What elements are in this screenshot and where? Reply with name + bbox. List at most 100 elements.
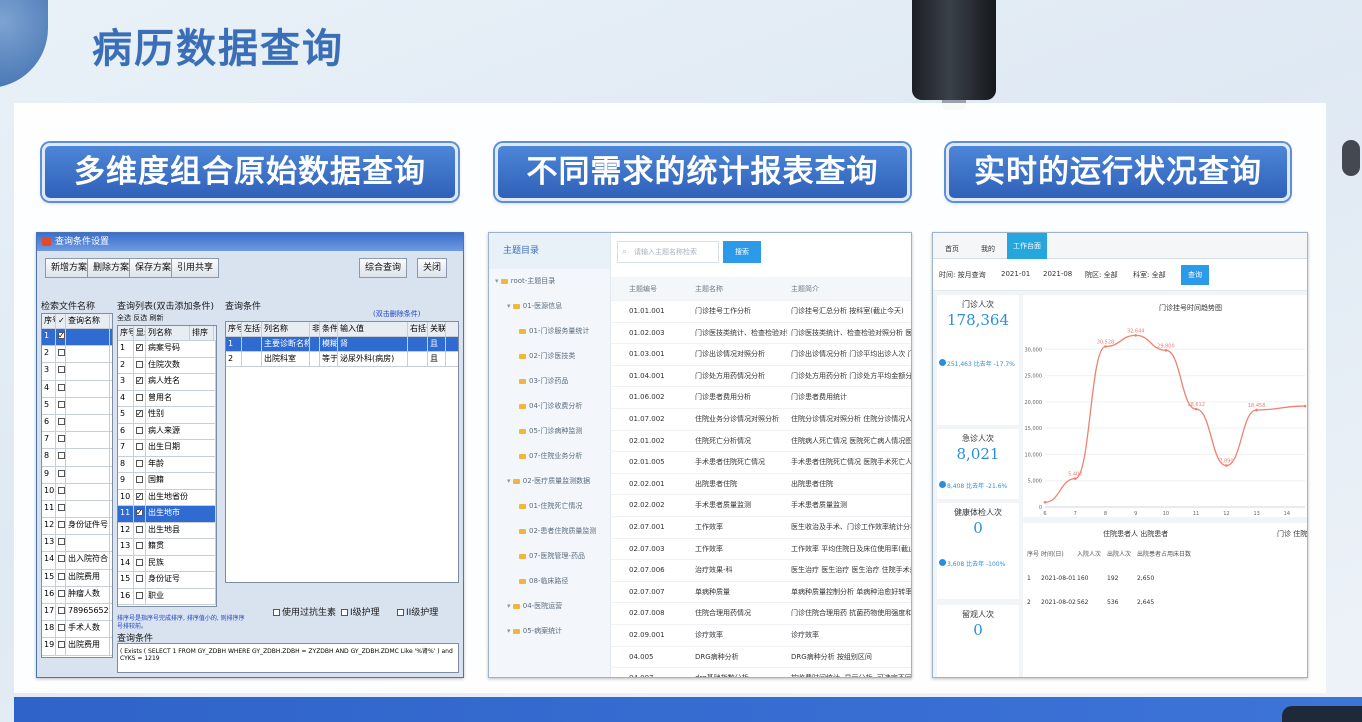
tree-node[interactable]: ▾ 02-医疗质量监测数据 xyxy=(489,469,610,494)
table-row[interactable]: 02.01.002 住院死亡分析情况 住院病人死亡情况 医院死亡病人情况图 xyxy=(611,431,911,453)
tab-mine[interactable]: 我的 xyxy=(975,239,1001,259)
save-plan-button[interactable]: 保存方案 xyxy=(129,258,178,278)
field-list-row[interactable]: 4 曾用名 xyxy=(118,390,216,407)
checkbox-icon[interactable] xyxy=(58,607,65,614)
checkbox-icon[interactable] xyxy=(136,575,143,582)
refresh-tab[interactable]: 刷新 xyxy=(149,314,163,322)
file-list-row[interactable]: 4 xyxy=(42,380,112,398)
field-list-row[interactable]: 8 年龄 xyxy=(118,456,216,473)
checkbox-icon[interactable] xyxy=(58,366,65,374)
row-checkbox[interactable] xyxy=(611,366,625,387)
checkbox-icon[interactable] xyxy=(58,383,65,391)
tree-node[interactable]: ▾ root-主题目录 xyxy=(489,269,610,294)
file-list-row[interactable]: 3 xyxy=(42,363,112,381)
tree-node[interactable]: 01-门诊服务量统计 xyxy=(489,319,610,344)
checkbox-icon[interactable] xyxy=(58,555,65,563)
checkbox-icon[interactable] xyxy=(58,538,65,546)
file-list-row[interactable]: 7 xyxy=(42,432,112,450)
row-checkbox[interactable] xyxy=(611,668,625,677)
field-list-row[interactable]: 1 病案号码 xyxy=(118,341,216,358)
checked-box-icon[interactable] xyxy=(136,374,143,388)
tree-node[interactable]: ▾ 01-医源信息 xyxy=(489,294,610,319)
field-list-row[interactable]: 10 出生地省份 xyxy=(118,489,216,506)
tab-home[interactable]: 首页 xyxy=(939,239,965,259)
file-list-row[interactable]: 5 xyxy=(42,397,112,415)
date-to[interactable]: 2021-08 xyxy=(1043,270,1072,278)
tree-node[interactable]: 07-医院管理-药品 xyxy=(489,544,610,569)
row-checkbox[interactable] xyxy=(611,647,625,668)
file-list-row[interactable]: 18 手术人数 xyxy=(42,621,112,639)
field-list-row[interactable]: 3 病人姓名 xyxy=(118,374,216,391)
row-checkbox[interactable] xyxy=(611,495,625,516)
file-list-row[interactable]: 11 xyxy=(42,500,112,519)
table-row[interactable]: 01.07.002 住院业务分诊情况对照分析 住院分诊情况对照分析 住院分诊情况人次… xyxy=(611,409,911,431)
checkbox-icon[interactable] xyxy=(136,542,143,549)
checkbox-icon[interactable] xyxy=(136,591,143,599)
checkbox-icon[interactable] xyxy=(136,443,143,450)
checkbox-icon[interactable] xyxy=(136,558,143,566)
invert-tab[interactable]: 反选 xyxy=(133,314,147,322)
table-row[interactable]: 01.06.002 门诊患者费用分析 门诊患者费用统计 xyxy=(611,387,911,409)
new-plan-button[interactable]: 新增方案 xyxy=(45,258,94,278)
checked-box-icon[interactable] xyxy=(136,407,143,421)
condition-row[interactable]: 1 主要诊断名称 模糊肾 且 xyxy=(226,337,458,352)
row-checkbox[interactable] xyxy=(611,603,625,624)
topic-search-input[interactable]: 请输入主题名称检索 xyxy=(617,241,719,263)
row-checkbox[interactable] xyxy=(611,323,625,344)
tree-node[interactable]: 03-门诊药品 xyxy=(489,369,610,394)
checkbox-antibiotic[interactable]: 使用过抗生素 xyxy=(273,605,336,618)
tree-node[interactable]: 01-住院死亡情况 xyxy=(489,494,610,519)
table-row[interactable]: 01.01.001 门诊挂号工作分析 门诊挂号汇总分析 按科室(截止今天) xyxy=(611,301,911,323)
checkbox-icon[interactable] xyxy=(136,525,143,533)
field-list-row[interactable]: 2 住院次数 xyxy=(118,357,216,374)
table-row[interactable]: 01.04.001 门诊处方用药情况分析 门诊处方用药分析 门诊处方平均金额分析 xyxy=(611,366,911,388)
table-row[interactable]: 02.07.008 住院合理用药情况 门诊住院合理用药 抗菌药物使用强度和使用率 xyxy=(611,603,911,625)
dept-select[interactable]: 科室: 全部 xyxy=(1133,270,1166,280)
tree-node[interactable]: 05-门诊病种监测 xyxy=(489,419,610,444)
checkbox-icon[interactable] xyxy=(136,459,143,467)
condition-row[interactable]: 2 出院科室 等于 泌尿外科(病房) 且 xyxy=(226,352,458,367)
table-row[interactable]: 02.02.001 出院患者住院 出院患者住院 xyxy=(611,474,911,496)
delete-plan-button[interactable]: 删除方案 xyxy=(87,258,136,278)
file-list-row[interactable]: 10 xyxy=(42,483,112,501)
file-list-row[interactable]: 2 xyxy=(42,346,112,364)
checkbox-icon[interactable] xyxy=(58,349,65,357)
select-all-checkbox[interactable] xyxy=(611,277,625,300)
field-list-row[interactable]: 5 性别 xyxy=(118,407,216,424)
checkbox-icon[interactable] xyxy=(58,469,65,477)
tab-workbench[interactable]: 工作台面 xyxy=(1007,233,1047,259)
row-checkbox[interactable] xyxy=(611,539,625,560)
checkbox-icon[interactable] xyxy=(58,572,65,580)
row-checkbox[interactable] xyxy=(611,474,625,495)
field-list-row[interactable]: 7 出生日期 xyxy=(118,440,216,457)
tree-node[interactable]: ▾ 05-病案统计 xyxy=(489,619,610,644)
tree-node[interactable]: 08-临床路径 xyxy=(489,569,610,594)
tree-node[interactable]: 02-门诊医技类 xyxy=(489,344,610,369)
field-list-row[interactable]: 6 病人来源 xyxy=(118,423,216,440)
checkbox-icon[interactable] xyxy=(58,486,65,494)
select-all-tab[interactable]: 全选 xyxy=(117,314,131,322)
checkbox-icon[interactable] xyxy=(58,435,65,443)
table-row[interactable]: 04.005 DRG病种分析 DRG病种分析 按组别区间 xyxy=(611,647,911,669)
checked-box-icon[interactable] xyxy=(136,490,143,504)
table-row[interactable]: 02.07.006 治疗效果-科 医生治疗 医生治疗 医生治疗 住院手术患者死亡 xyxy=(611,560,911,582)
row-checkbox[interactable] xyxy=(611,301,625,322)
field-list-row[interactable]: 13 籍贯 xyxy=(118,539,216,556)
checked-box-icon[interactable] xyxy=(58,329,65,343)
checkbox-level1-care[interactable]: I级护理 xyxy=(341,605,380,618)
row-checkbox[interactable] xyxy=(611,625,625,646)
checkbox-icon[interactable] xyxy=(136,426,143,434)
file-list-row[interactable]: 17 789656524 xyxy=(42,604,112,622)
row-checkbox[interactable] xyxy=(611,409,625,430)
table-row[interactable]: 02.07.003 工作效率 工作效率 平均住院日及床位使用率(截止) xyxy=(611,539,911,561)
tree-node[interactable]: 04-门诊收费分析 xyxy=(489,394,610,419)
area-select[interactable]: 院区: 全部 xyxy=(1085,270,1118,280)
table-row[interactable]: 02.01.005 手术患者住院死亡情况 手术患者住院死亡情况 医院手术死亡人数 医… xyxy=(611,452,911,474)
field-list-row[interactable]: 16 职业 xyxy=(118,588,216,605)
checkbox-icon[interactable] xyxy=(136,476,143,483)
row-checkbox[interactable] xyxy=(611,560,625,581)
tree-node[interactable]: 07-住院业务分析 xyxy=(489,444,610,469)
checkbox-level2-care[interactable]: II级护理 xyxy=(397,605,438,618)
field-list-row[interactable]: 14 民族 xyxy=(118,555,216,572)
file-list-row[interactable]: 14 出入院符合 xyxy=(42,552,112,570)
